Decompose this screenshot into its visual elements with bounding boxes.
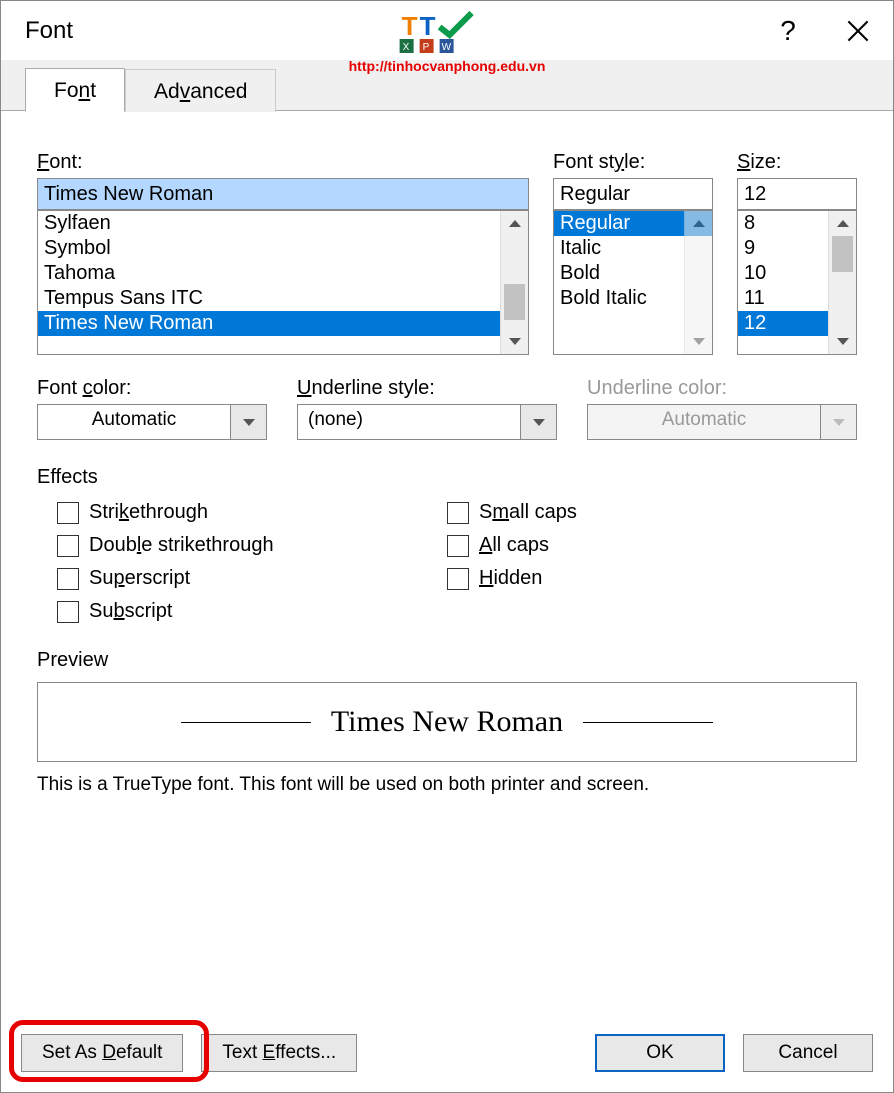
checkbox-superscript[interactable]: Superscript — [57, 567, 447, 590]
scroll-down-button — [693, 329, 705, 354]
checkbox-strikethrough[interactable]: Strikethrough — [57, 501, 447, 524]
fontstyle-input[interactable] — [553, 178, 713, 210]
list-item[interactable]: Tahoma — [38, 261, 528, 286]
ok-button[interactable]: OK — [595, 1034, 725, 1072]
font-hint: This is a TrueType font. This font will … — [37, 774, 857, 796]
preview-line-left — [181, 722, 311, 723]
preview-text: Times New Roman — [331, 705, 563, 739]
cancel-button[interactable]: Cancel — [743, 1034, 873, 1072]
label-fontcolor: Font color: — [37, 377, 267, 400]
button-bar: Set As Default Text Effects... OK Cancel — [1, 1020, 893, 1092]
chevron-up-icon — [509, 220, 521, 227]
label-size: Size: — [737, 151, 857, 174]
list-item[interactable]: Times New Roman — [38, 311, 528, 336]
scroll-down-button[interactable] — [509, 329, 521, 354]
underlinecolor-combo: Automatic — [587, 404, 857, 440]
size-input[interactable] — [737, 178, 857, 210]
dialog-body: Font: SylfaenSymbolTahomaTempus Sans ITC… — [1, 111, 893, 1020]
size-listbox[interactable]: 89101112 — [737, 210, 857, 355]
list-item[interactable]: Symbol — [38, 236, 528, 261]
underlinestyle-combo[interactable]: (none) — [297, 404, 557, 440]
scroll-down-button[interactable] — [837, 329, 849, 354]
underlinecolor-value: Automatic — [587, 404, 821, 440]
fontcolor-value: Automatic — [37, 404, 231, 440]
checkbox-subscript[interactable]: Subscript — [57, 600, 447, 623]
checkbox-hidden[interactable]: Hidden — [447, 567, 837, 590]
scroll-up-button — [693, 211, 705, 236]
effects-group: Strikethrough Double strikethrough Super… — [37, 489, 857, 623]
size-scrollbar[interactable] — [828, 211, 856, 354]
chevron-down-icon — [837, 338, 849, 345]
tab-font[interactable]: Font — [25, 68, 125, 112]
font-dialog: Font ? T T X P W http://tinhocvanphong.e… — [0, 0, 894, 1093]
chevron-down-icon — [243, 419, 255, 426]
chevron-down-icon — [833, 419, 845, 426]
tabstrip: Font Advanced — [1, 59, 893, 111]
close-icon — [847, 20, 869, 42]
help-button[interactable]: ? — [753, 11, 823, 51]
chevron-up-icon — [837, 220, 849, 227]
preview-line-right — [583, 722, 713, 723]
font-input[interactable] — [37, 178, 529, 210]
label-underlinecolor: Underline color: — [587, 377, 857, 400]
scroll-up-button[interactable] — [509, 211, 521, 236]
close-button[interactable] — [823, 11, 893, 51]
text-effects-button[interactable]: Text Effects... — [201, 1034, 357, 1072]
fontcolor-dropdown-button[interactable] — [231, 404, 267, 440]
fontcolor-combo[interactable]: Automatic — [37, 404, 267, 440]
list-item[interactable]: Sylfaen — [38, 211, 528, 236]
checkbox-double-strikethrough[interactable]: Double strikethrough — [57, 534, 447, 557]
font-listbox[interactable]: SylfaenSymbolTahomaTempus Sans ITCTimes … — [37, 210, 529, 355]
list-item[interactable]: Tempus Sans ITC — [38, 286, 528, 311]
checkbox-smallcaps[interactable]: Small caps — [447, 501, 837, 524]
preview-box: Times New Roman — [37, 682, 857, 762]
set-as-default-button[interactable]: Set As Default — [21, 1034, 183, 1072]
chevron-down-icon — [509, 338, 521, 345]
chevron-down-icon — [693, 338, 705, 345]
font-scrollbar[interactable] — [500, 211, 528, 354]
scroll-thumb[interactable] — [832, 236, 853, 272]
chevron-up-icon — [693, 220, 705, 227]
tab-advanced[interactable]: Advanced — [125, 69, 276, 112]
dialog-title: Font — [25, 17, 73, 45]
label-underlinestyle: Underline style: — [297, 377, 557, 400]
scroll-thumb[interactable] — [504, 284, 525, 320]
underlinestyle-dropdown-button[interactable] — [521, 404, 557, 440]
fontstyle-scrollbar — [684, 211, 712, 354]
effects-label: Effects — [37, 466, 857, 489]
titlebar: Font ? — [1, 1, 893, 59]
underlinestyle-value: (none) — [297, 404, 521, 440]
underlinecolor-dropdown-button — [821, 404, 857, 440]
label-font: Font: — [37, 151, 529, 174]
label-fontstyle: Font style: — [553, 151, 713, 174]
checkbox-allcaps[interactable]: All caps — [447, 534, 837, 557]
preview-label: Preview — [37, 649, 857, 672]
chevron-down-icon — [533, 419, 545, 426]
scroll-up-button[interactable] — [837, 211, 849, 236]
fontstyle-listbox[interactable]: RegularItalicBoldBold Italic — [553, 210, 713, 355]
